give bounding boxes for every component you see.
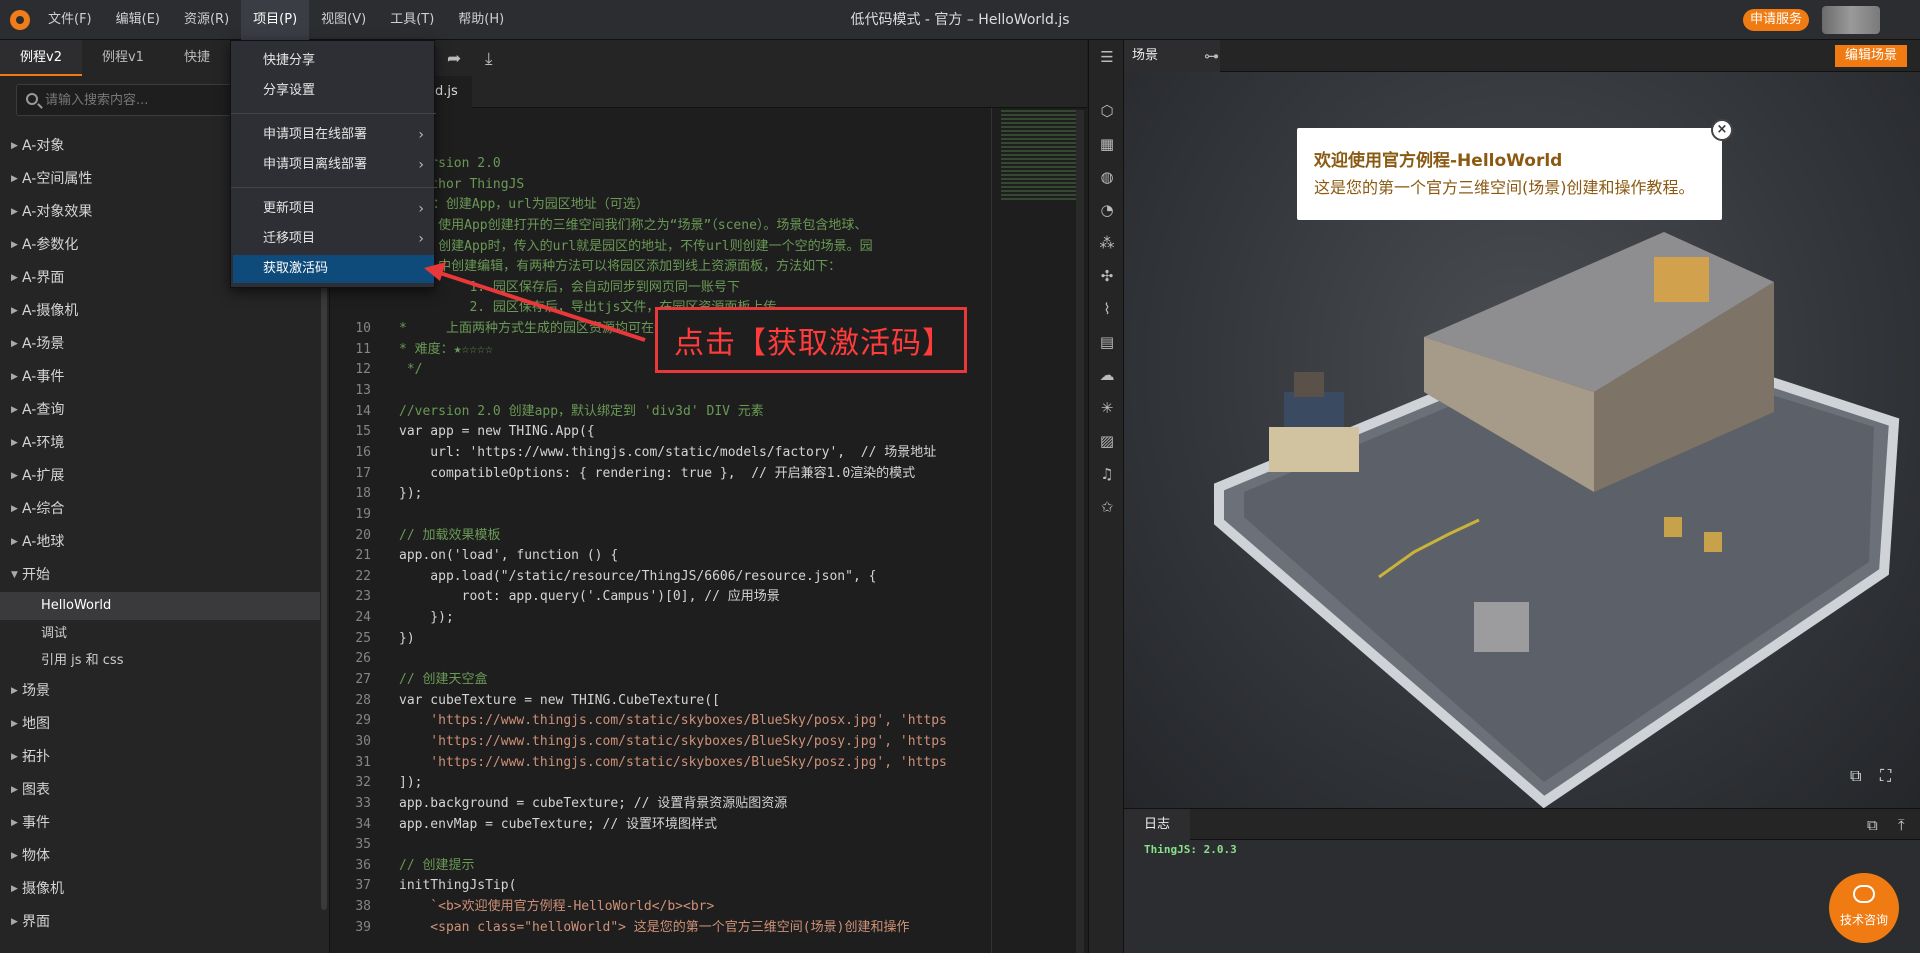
annotation-callout: 点击【获取激活码】: [655, 307, 967, 373]
close-icon[interactable]: ×: [1711, 119, 1733, 141]
tip-body: 这是您的第一个官方三维空间(场景)创建和操作教程。: [1314, 178, 1695, 197]
hierarchy-icon[interactable]: ⊶: [1204, 47, 1219, 65]
chart-pie-icon[interactable]: ◔: [1098, 201, 1116, 219]
building-icon[interactable]: ▦: [1098, 135, 1116, 153]
scene-viewport[interactable]: 欢迎使用官方例程-HelloWorld 这是您的第一个官方三维空间(场景)创建和…: [1124, 72, 1920, 808]
edit-scene-button[interactable]: 编辑场景: [1835, 45, 1908, 67]
line-chart-icon[interactable]: ⌇: [1098, 300, 1116, 318]
cube-icon[interactable]: ⬡: [1098, 102, 1116, 120]
log-line: ThingJS: 2.0.3: [1144, 843, 1237, 856]
cloud-icon[interactable]: ☁: [1098, 366, 1116, 384]
globe-icon[interactable]: ◍: [1098, 168, 1116, 186]
welcome-tip: 欢迎使用官方例程-HelloWorld 这是您的第一个官方三维空间(场景)创建和…: [1297, 119, 1733, 220]
layout-icon[interactable]: ▤: [1098, 333, 1116, 351]
network-icon[interactable]: ✳: [1098, 399, 1116, 417]
scene-panel: 场景 ⊶ 编辑场景 欢迎使用官方例程-HelloWorld 这是您的第一个官方三…: [1124, 40, 1920, 953]
tab-log[interactable]: 日志: [1124, 809, 1191, 841]
external-link-icon[interactable]: ⧉: [1850, 766, 1861, 786]
tech-consult-button[interactable]: 技术咨询: [1829, 873, 1899, 943]
star-icon[interactable]: ✩: [1098, 498, 1116, 516]
tip-title: 欢迎使用官方例程-HelloWorld: [1314, 151, 1563, 171]
tool-strip: ☰ ⬡ ▦ ◍ ◔ ⁂ ✣ ⌇ ▤ ☁ ✳ ▨ ♫ ✩: [1088, 40, 1124, 953]
upload-icon[interactable]: ⤒: [1898, 816, 1905, 834]
chat-bubble-icon: [1853, 885, 1875, 903]
popout-icon[interactable]: ⧉: [1867, 816, 1878, 834]
fullscreen-icon[interactable]: ⛶: [1880, 766, 1891, 786]
scene-tabs: 场景 ⊶ 编辑场景: [1124, 40, 1920, 72]
image-icon[interactable]: ▨: [1098, 432, 1116, 450]
log-output: ThingJS: 2.0.3: [1124, 840, 1920, 953]
sliders-icon[interactable]: ☰: [1098, 48, 1116, 66]
log-tabs: 日志 ⧉ ⤒: [1124, 808, 1920, 841]
objects-icon[interactable]: ⁂: [1098, 234, 1116, 252]
music-icon[interactable]: ♫: [1098, 465, 1116, 483]
puzzle-icon[interactable]: ✣: [1098, 267, 1116, 285]
